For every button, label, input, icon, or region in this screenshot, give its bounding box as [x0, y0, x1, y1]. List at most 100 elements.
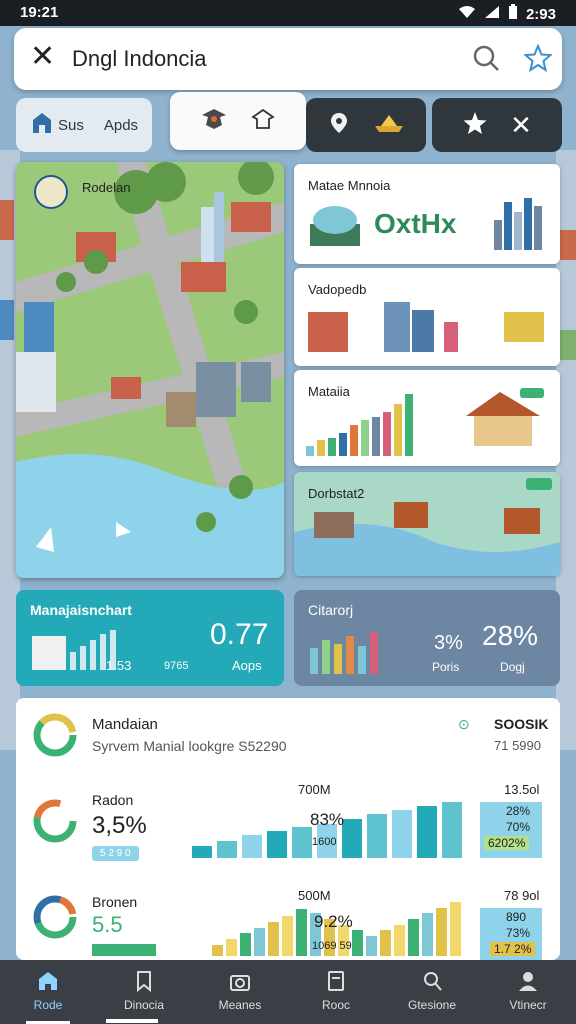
row-radon-mid-b: 1600 [312, 836, 337, 848]
chip-home-label-b: Apds [103, 116, 139, 134]
row-radon-value: 3,5% [92, 812, 147, 839]
home-icon [39, 972, 57, 990]
bronen-bar-17 [450, 902, 461, 956]
chip-dark-1[interactable] [306, 98, 426, 152]
battery-icon [508, 4, 518, 24]
bronen-bar-1 [226, 939, 237, 956]
bronen-bar-11 [366, 936, 377, 956]
row-bronen-mid-a: 9.2% [314, 912, 353, 931]
nav-docs-label: Rooc [321, 998, 350, 1012]
profile-icon [519, 972, 537, 991]
donut-chart-radon [33, 799, 77, 843]
row-radon-chip[interactable]: 5 2 9 0 [92, 846, 139, 861]
row-radon-side-c: 6202% [484, 836, 530, 850]
card-overview[interactable]: Matae Mnnoia OxtHx [294, 164, 560, 264]
boat-icon[interactable] [373, 112, 405, 139]
row-radon-side-a: 28% [506, 804, 531, 818]
home-indicator [106, 1019, 158, 1023]
row-bronen-side-a: 890 [506, 910, 527, 924]
card-stats[interactable]: Mataiia [294, 370, 560, 466]
bronen-bar-4 [268, 922, 279, 956]
temple-icon[interactable] [200, 107, 228, 136]
tile-management-sub-b: 9765 [164, 660, 189, 672]
row-bronen-value: 5.5 [92, 912, 123, 937]
radon-bar-1 [217, 841, 237, 858]
bronen-bar-15 [422, 913, 433, 956]
search-icon[interactable] [472, 44, 500, 77]
tile-management[interactable]: Manajaisnchart 1.53 9765 0.77 Aops [16, 590, 284, 686]
card-coastal[interactable]: Dorbstat2 [294, 472, 560, 576]
row-radon-side-b: 70% [506, 820, 531, 834]
city-map[interactable]: Rodelan [16, 162, 284, 578]
nav-explore-label: Gtesione [407, 998, 457, 1012]
card-buildings[interactable]: Vadopedb [294, 268, 560, 366]
tile-category[interactable]: Citarorj 3% 28% Poris Dogj [294, 590, 560, 686]
map-pin-icon[interactable] [327, 111, 351, 140]
wifi-icon [458, 5, 476, 23]
card-overview-title: Matae Mnnoia [308, 178, 391, 193]
nav-docs[interactable]: Rooc [288, 960, 384, 1024]
bronen-bar-0 [212, 945, 223, 956]
tile-category-label-b: Dogj [500, 660, 525, 674]
row-radon-col-left: 700M [298, 782, 331, 797]
chip-dark-2[interactable]: ✕ [432, 98, 562, 152]
stats-bar-7 [383, 412, 391, 456]
stats-bar-chart [306, 394, 413, 456]
camera-icon [230, 975, 250, 991]
radon-bar-6 [342, 819, 362, 858]
stats-bar-8 [394, 404, 402, 456]
coastal-illustration [294, 478, 560, 576]
signal-icon [484, 5, 500, 23]
dome-building-icon [310, 206, 360, 246]
nav-profile[interactable]: Vtinecr [480, 960, 576, 1024]
card-overview-headline: OxtHx [374, 208, 457, 239]
favorite-star-icon[interactable] [522, 43, 554, 77]
shrine-icon[interactable] [250, 107, 276, 136]
nav-home[interactable]: Rode [0, 960, 96, 1024]
bronen-bar-5 [282, 916, 293, 956]
donut-chart-bronen [33, 895, 77, 939]
stats-bar-2 [328, 438, 336, 456]
row-radon-col-right: 13.5ol [504, 782, 540, 797]
bronen-bar-16 [436, 908, 447, 956]
tile-management-label: Aops [232, 658, 262, 673]
tile-category-pct-b: 28% [482, 620, 539, 651]
tile-category-label-a: Poris [432, 660, 460, 674]
category-bars [310, 632, 378, 674]
row-bronen-mid-b: 1069 59 [312, 940, 352, 952]
donut-chart-header [33, 713, 77, 757]
overview-mini-chart [494, 198, 542, 250]
bronen-bar-3 [254, 928, 265, 956]
chip-landmarks[interactable] [170, 92, 306, 150]
radon-bar-9 [417, 806, 437, 858]
chip-home[interactable]: Sus Apds [16, 98, 152, 152]
tile-category-title: Citarorj [308, 602, 354, 618]
nav-saved[interactable]: Dinocia [96, 960, 192, 1024]
search-bar[interactable]: ✕ Dngl Indoncia [14, 28, 562, 90]
chip-home-label-a: Sus [58, 116, 84, 134]
close-icon[interactable]: ✕ [30, 42, 55, 72]
star-icon[interactable] [462, 110, 488, 141]
row-bronen-chip[interactable] [92, 944, 156, 956]
summary-panel: Mandaian Syrvem Manial lookgre S52290 ⊙ … [16, 698, 560, 960]
row-bronen-side-c: 1.7 2% [490, 942, 536, 956]
row-radon-name: Radon [92, 792, 134, 808]
close-filter-icon[interactable]: ✕ [510, 112, 532, 138]
house-icon [32, 112, 52, 138]
nav-media[interactable]: Meanes [192, 960, 288, 1024]
stats-bar-9 [405, 394, 413, 456]
bookmark-icon [137, 971, 151, 992]
city-illustration [16, 162, 284, 578]
panel-subtitle: Syrvem Manial lookgre S52290 [92, 738, 287, 754]
tile-management-value: 0.77 [210, 618, 269, 651]
radon-bar-0 [192, 846, 212, 858]
status-time: 19:21 [20, 4, 59, 21]
status-bar: 19:21 2:93 [0, 0, 576, 26]
radon-bar-2 [242, 835, 262, 858]
nav-home-label: Rode [33, 998, 63, 1012]
search-query[interactable]: Dngl Indoncia [72, 46, 207, 72]
stats-bar-0 [306, 446, 314, 456]
panel-right-sub: 71 5990 [494, 738, 541, 753]
stats-bar-3 [339, 433, 347, 456]
nav-explore[interactable]: Gtesione [384, 960, 480, 1024]
